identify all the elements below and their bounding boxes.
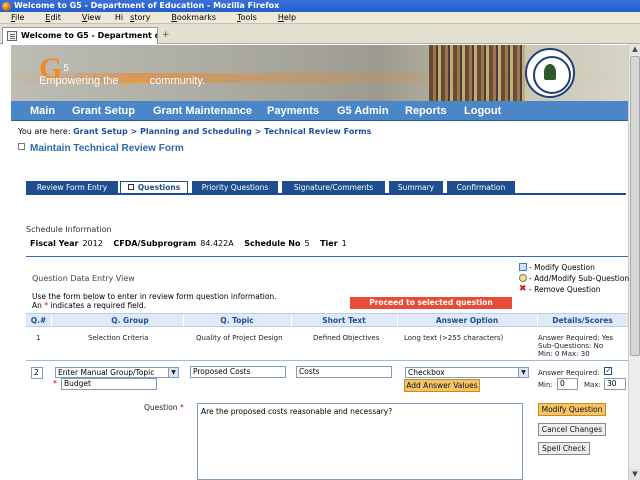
nav-g5-admin[interactable]: G5 Admin xyxy=(337,101,389,121)
nav-main[interactable]: Main xyxy=(30,101,55,121)
menu-edit[interactable]: Edit xyxy=(38,13,68,22)
row-topic: Quality of Project Design xyxy=(196,334,283,342)
question-textarea[interactable]: Are the proposed costs reasonable and ne… xyxy=(197,403,523,480)
row-divider xyxy=(26,360,628,361)
questions-table-header: Q.# Q. Group Q. Topic Short Text Answer … xyxy=(26,313,628,327)
nav-payments[interactable]: Payments xyxy=(267,101,319,121)
add-answer-values-button[interactable]: Add Answer Values xyxy=(404,379,480,392)
tab-underline xyxy=(26,193,626,195)
nav-grant-maintenance[interactable]: Grant Maintenance xyxy=(153,101,252,121)
tab-square-icon xyxy=(127,184,134,190)
menu-help[interactable]: Help xyxy=(271,13,303,22)
window-titlebar: Welcome to G5 - Department of Education … xyxy=(0,0,640,12)
qde-title: Question Data Entry View xyxy=(32,274,135,283)
schedule-info-row: Fiscal Year 2012 CFDA/Subprogram 84.422A S… xyxy=(30,239,347,248)
max-input[interactable]: 30 xyxy=(604,378,626,390)
col-qnum: Q.# xyxy=(30,316,47,325)
page-icon xyxy=(7,31,17,41)
col-short-text: Short Text xyxy=(322,316,366,325)
modify-question-button[interactable]: Modify Question xyxy=(538,403,606,416)
breadcrumb: You are here: Grant Setup > Planning and… xyxy=(18,127,372,136)
g5-banner: G5 Empowering the grant community. xyxy=(11,45,628,101)
menu-view[interactable]: View xyxy=(75,13,108,22)
min-input[interactable]: 0 xyxy=(557,378,578,390)
required-marker: * xyxy=(53,379,57,388)
collapse-icon[interactable] xyxy=(18,143,25,150)
answer-option-select[interactable]: Checkbox ▼ xyxy=(405,367,529,378)
scroll-up-icon[interactable]: ▲ xyxy=(629,44,640,55)
chevron-down-icon: ▼ xyxy=(518,368,528,377)
menu-file[interactable]: File xyxy=(4,13,31,22)
row-num: 1 xyxy=(36,334,41,342)
breadcrumb-path[interactable]: Grant Setup > Planning and Scheduling > … xyxy=(73,127,371,136)
window-title: Welcome to G5 - Department of Education … xyxy=(14,1,280,10)
min-label: Min: xyxy=(538,381,553,389)
remove-question-icon: ✖ xyxy=(519,284,527,294)
col-details: Details/Scores xyxy=(552,316,613,325)
group-topic-select[interactable]: Enter Manual Group/Topic ▼ xyxy=(55,367,179,378)
sub-question-icon xyxy=(519,274,527,282)
banner-tagline: Empowering the grant community. xyxy=(39,75,206,87)
proceed-button[interactable]: Proceed to selected question xyxy=(350,297,512,309)
nav-grant-setup[interactable]: Grant Setup xyxy=(72,101,135,121)
browser-tab[interactable]: Welcome to G5 - Department of Edu... xyxy=(2,27,158,44)
bookshelf-image xyxy=(429,45,525,101)
scroll-thumb[interactable] xyxy=(630,56,640,356)
menu-history[interactable]: Hi story xyxy=(115,13,157,22)
nav-reports[interactable]: Reports xyxy=(405,101,447,121)
col-qtopic: Q. Topic xyxy=(220,316,254,325)
menu-bar: File Edit View Hi story Bookmarks Tools Help xyxy=(0,12,640,24)
action-legend: - Modify Question - Add/Modify Sub-Quest… xyxy=(519,263,630,294)
question-label: Question * xyxy=(144,403,184,412)
department-seal-icon xyxy=(525,48,575,98)
col-answer-option: Answer Option xyxy=(435,316,499,325)
section-divider xyxy=(26,256,628,257)
group-input[interactable]: Budget xyxy=(61,378,157,390)
short-text-input[interactable]: Costs xyxy=(296,366,392,378)
main-nav: Main Grant Setup Grant Maintenance Payme… xyxy=(11,101,628,121)
menu-tools[interactable]: Tools xyxy=(230,13,264,22)
question-number-input[interactable]: 2 xyxy=(31,367,43,379)
scroll-down-icon[interactable]: ▼ xyxy=(629,469,640,480)
page-title: Maintain Technical Review Form xyxy=(18,143,184,154)
chevron-down-icon: ▼ xyxy=(168,368,178,377)
answer-required-label: Answer Required: xyxy=(538,369,600,377)
nav-logout[interactable]: Logout xyxy=(464,101,501,121)
row-details: Answer Required: Yes Sub-Questions: No M… xyxy=(538,334,614,358)
cancel-changes-button[interactable]: Cancel Changes xyxy=(538,423,606,436)
max-label: Max: xyxy=(584,381,601,389)
modify-question-icon xyxy=(519,263,527,271)
new-tab-icon[interactable]: + xyxy=(162,30,170,40)
topic-input[interactable]: Proposed Costs xyxy=(190,366,286,378)
spell-check-button[interactable]: Spell Check xyxy=(538,442,590,455)
browser-tab-strip: Welcome to G5 - Department of Edu... + xyxy=(0,24,640,44)
vertical-scrollbar[interactable]: ▲ ▼ xyxy=(628,44,640,480)
menu-bookmarks[interactable]: Bookmarks xyxy=(164,13,223,22)
row-short-text: Defined Objectives xyxy=(313,334,380,342)
row-answer: Long text (>255 characters) xyxy=(404,334,504,342)
schedule-info-label: Schedule Information xyxy=(26,225,112,234)
row-group: Selection Criteria xyxy=(88,334,149,342)
answer-required-checkbox[interactable]: ✓ xyxy=(604,367,612,375)
firefox-icon xyxy=(2,2,11,11)
qde-instructions: Use the form below to enter in review fo… xyxy=(32,292,277,310)
browser-tab-label: Welcome to G5 - Department of Edu... xyxy=(21,31,157,40)
